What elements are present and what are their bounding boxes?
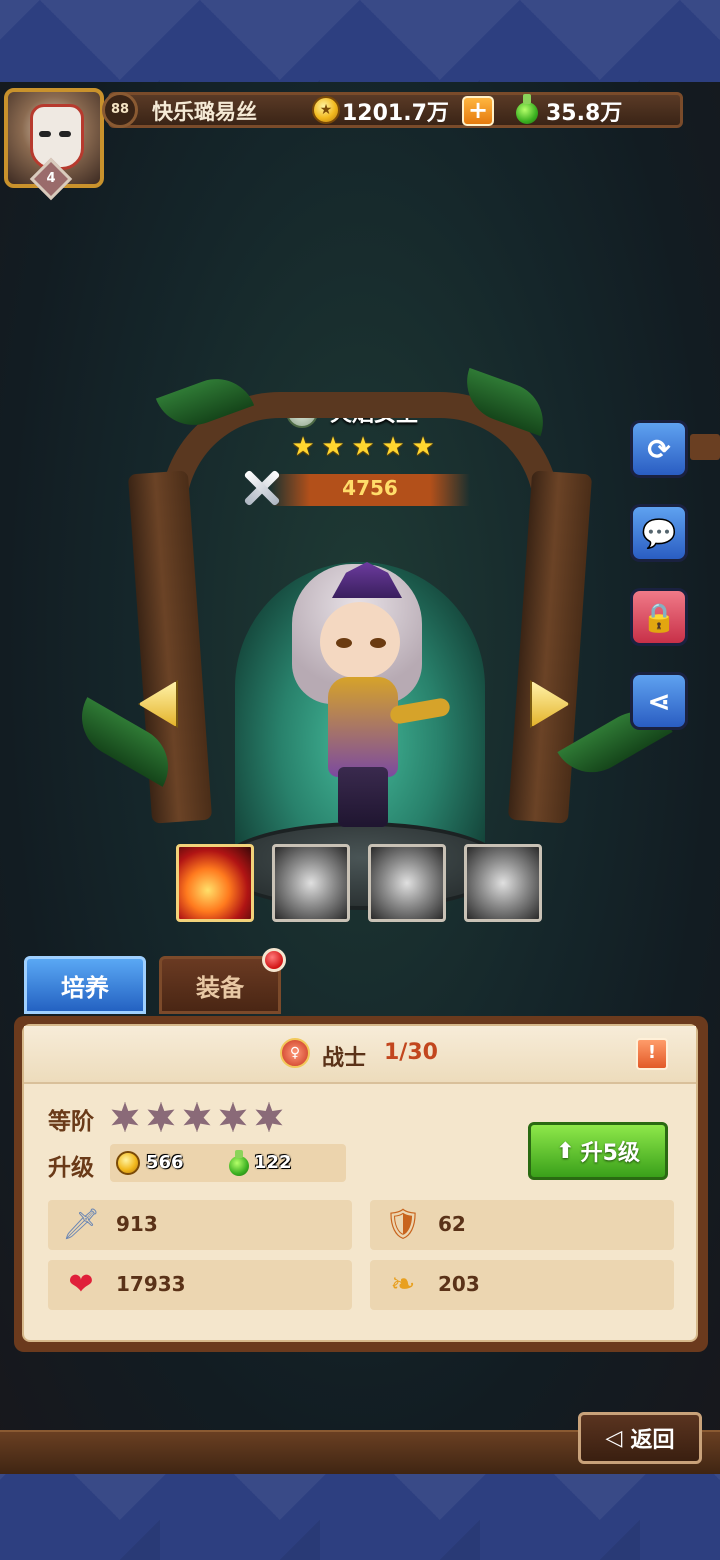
back-button-label: 返回 [630,1428,675,1453]
chat-button[interactable]: 💬 [630,504,688,562]
chat-icon: 💬 [641,516,677,550]
rank-star-icon [183,1102,211,1132]
potion-icon [514,94,540,124]
avatar-rank-text: 4 [46,171,56,186]
avatar-mask-icon [30,104,84,170]
cost-gold: 566 [146,1152,184,1173]
heart-icon: ❤ [68,1267,94,1302]
gold-coin-icon: ★ [312,96,340,124]
hero-arm [388,696,452,726]
sword-icon: 🗡 [62,1207,101,1242]
hero-character[interactable] [270,552,460,832]
rank-stars [110,1102,284,1132]
notification-dot [262,948,286,972]
refresh-icon: ⟳ [647,432,671,466]
train-panel-inner: ♀ 战士 1/30 ! 等阶 升级 566 122 ⬆ 升5级 🗡 913 🛡 … [22,1024,698,1342]
upgrade-button[interactable]: ⬆ 升5级 [528,1122,668,1180]
beast-skill-icon[interactable] [272,844,350,922]
potion-icon [228,1150,250,1176]
refresh-button[interactable]: ⟳ [630,420,688,478]
fireball-skill-icon[interactable] [176,844,254,922]
top-bar: 4 88 快乐璐易丝 ★ 1201.7万 + 35.8万 [0,82,720,201]
shield-icon: 🛡 [384,1207,423,1242]
attack-value: 913 [116,1212,158,1236]
skills-row [176,844,546,924]
potion-amount: 35.8万 [546,101,623,126]
share-button[interactable]: ⋖ [630,672,688,730]
hero-legs [338,767,388,827]
player-level: 88 [102,92,138,128]
hero-armor [328,677,398,777]
class-name: 战士 [322,1046,367,1071]
back-button[interactable]: ◁ 返回 [578,1412,702,1464]
stat-speed: ❧ 203 [370,1260,674,1310]
wing-icon: ❧ [390,1267,416,1302]
cost-potion: 122 [254,1152,292,1173]
hero-face [320,602,400,678]
lock-icon: 🔒 [641,600,677,634]
smoke-skill-icon[interactable] [464,844,542,922]
rank-star-icon [219,1102,247,1132]
warrior-class-icon: ♀ [280,1038,310,1068]
light-skill-icon[interactable] [368,844,446,922]
tab-train[interactable]: 培养 [24,956,146,1014]
lock-button[interactable]: 🔒 [630,588,688,646]
rank-star-icon [147,1102,175,1132]
stat-attack: 🗡 913 [48,1200,352,1250]
stat-defense: 🛡 62 [370,1200,674,1250]
upgrade-button-label: 升5级 [580,1141,640,1166]
add-gold-button[interactable]: + [462,96,494,126]
gold-amount: 1201.7万 [342,101,449,126]
game-screen: 4 88 快乐璐易丝 ★ 1201.7万 + 35.8万 ❦ 火焰女王 ★ ★ ★ ★… [0,82,720,1474]
defense-value: 62 [438,1212,466,1236]
hero-eye [336,638,352,648]
up-arrow-icon: ⬆ [556,1138,575,1164]
side-tab [690,434,720,460]
upgrade-cost: 566 122 [110,1144,346,1182]
train-panel: ♀ 战士 1/30 ! 等阶 升级 566 122 ⬆ 升5级 🗡 913 🛡 … [14,1016,708,1352]
rank-star-icon [111,1102,139,1132]
upgrade-label: 升级 [48,1155,94,1181]
rank-star-icon [255,1102,283,1132]
panel-header: ♀ 战士 1/30 ! [24,1026,696,1084]
class-progress: 1/30 [384,1040,438,1065]
info-button[interactable]: ! [636,1038,668,1070]
back-arrow-icon: ◁ [605,1425,623,1451]
stat-hp: ❤ 17933 [48,1260,352,1310]
share-icon: ⋖ [647,684,671,718]
hero-eye [370,638,386,648]
gold-coin-icon [116,1151,140,1175]
hp-value: 17933 [116,1272,186,1296]
speed-value: 203 [438,1272,480,1296]
player-name: 快乐璐易丝 [152,100,257,124]
rank-label: 等阶 [48,1109,94,1135]
